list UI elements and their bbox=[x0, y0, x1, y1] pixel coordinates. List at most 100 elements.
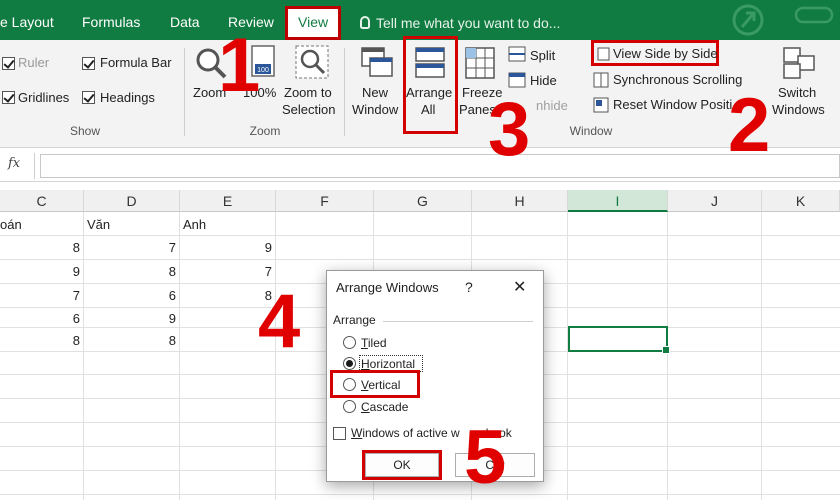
radio-tiled[interactable] bbox=[343, 336, 356, 349]
highlight-vertical-option bbox=[330, 370, 420, 398]
group-separator bbox=[344, 48, 345, 136]
workbook-option-key: W bbox=[351, 426, 363, 440]
grid-row-line bbox=[0, 494, 840, 495]
tell-me-search[interactable]: Tell me what you want to do... bbox=[360, 0, 560, 40]
workbook-option-text: indows of active w bbox=[362, 426, 460, 440]
freeze-panes-icon[interactable] bbox=[464, 46, 496, 80]
close-icon[interactable]: ✕ bbox=[513, 277, 526, 297]
cell-c-2[interactable]: 9 bbox=[0, 264, 80, 279]
switch-windows-line2[interactable]: Windows bbox=[772, 102, 825, 117]
annotation-step-3: 3 bbox=[488, 87, 531, 172]
group-divider bbox=[383, 321, 533, 322]
cell-d-4[interactable]: 9 bbox=[84, 311, 176, 326]
column-header-k[interactable]: K bbox=[762, 190, 840, 212]
zoom-to-selection-icon[interactable] bbox=[294, 44, 330, 80]
dialog-title: Arrange Windows bbox=[336, 280, 439, 295]
tab-formulas[interactable]: Formulas bbox=[82, 0, 140, 40]
arrange-all-line1[interactable]: Arrange bbox=[406, 85, 452, 100]
sync-scrolling-icon[interactable] bbox=[593, 72, 609, 88]
ruler-label: Ruler bbox=[18, 55, 50, 70]
fx-icon[interactable]: fx bbox=[8, 156, 20, 171]
cell-header-e[interactable]: Anh bbox=[183, 217, 206, 232]
option-tiled-label[interactable]: Tiled bbox=[361, 336, 387, 350]
tab-view[interactable]: View bbox=[285, 6, 342, 40]
column-header-j[interactable]: J bbox=[668, 190, 762, 212]
column-header-d[interactable]: D bbox=[84, 190, 180, 212]
headings-checkbox[interactable] bbox=[82, 91, 95, 104]
cell-e-1[interactable]: 9 bbox=[180, 240, 272, 255]
group-label-window: Window bbox=[569, 124, 613, 138]
ruler-checkbox[interactable] bbox=[2, 57, 15, 70]
cell-d-2[interactable]: 8 bbox=[84, 264, 176, 279]
cell-header-c[interactable]: oán bbox=[0, 217, 22, 232]
radio-horizontal[interactable] bbox=[343, 357, 356, 370]
column-header-c[interactable]: C bbox=[0, 190, 84, 212]
lightbulb-icon bbox=[360, 16, 370, 29]
headings-label: Headings bbox=[100, 90, 155, 105]
option-horizontal-key: H bbox=[361, 357, 370, 371]
option-cascade-label[interactable]: Cascade bbox=[361, 400, 408, 414]
formula-bar-checkbox[interactable] bbox=[82, 57, 95, 70]
tell-me-text: Tell me what you want to do... bbox=[376, 15, 561, 31]
active-cell-i[interactable] bbox=[568, 326, 670, 354]
group-label-zoom: Zoom bbox=[249, 124, 281, 138]
radio-cascade[interactable] bbox=[343, 400, 356, 413]
cell-d-3[interactable]: 6 bbox=[84, 288, 176, 303]
arrange-all-line2[interactable]: All bbox=[421, 102, 435, 117]
cell-c-1[interactable]: 8 bbox=[0, 240, 80, 255]
column-header-i[interactable]: I bbox=[568, 190, 668, 212]
view-side-by-side-icon[interactable] bbox=[597, 47, 610, 61]
split-label[interactable]: Split bbox=[530, 48, 555, 63]
option-tiled-text: iled bbox=[367, 336, 387, 350]
option-cascade-text: ascade bbox=[369, 400, 409, 414]
column-header-e[interactable]: E bbox=[180, 190, 276, 212]
cell-header-d[interactable]: Văn bbox=[87, 217, 110, 232]
grid-row-line bbox=[0, 259, 840, 260]
reset-window-position-label[interactable]: Reset Window Positi bbox=[613, 97, 732, 112]
help-icon[interactable]: ? bbox=[465, 279, 473, 295]
unhide-label: nhide bbox=[536, 98, 568, 113]
zoom-to-selection-line2[interactable]: Selection bbox=[282, 102, 335, 117]
cell-d-5[interactable]: 8 bbox=[84, 333, 176, 348]
split-icon[interactable] bbox=[508, 46, 526, 62]
column-header-f[interactable]: F bbox=[276, 190, 374, 212]
annotation-step-1: 1 bbox=[218, 23, 261, 108]
formula-bar-label: Formula Bar bbox=[100, 55, 172, 70]
option-cascade-key: C bbox=[361, 400, 370, 414]
formula-separator bbox=[34, 153, 35, 179]
annotation-step-5: 5 bbox=[464, 415, 507, 500]
option-tiled-key: T bbox=[361, 336, 368, 350]
option-horizontal-label[interactable]: Horizontal bbox=[361, 357, 415, 371]
switch-windows-icon[interactable] bbox=[782, 46, 816, 80]
cell-c-5[interactable]: 8 bbox=[0, 333, 80, 348]
grid-col-line bbox=[761, 212, 762, 500]
highlight-ok-button bbox=[362, 450, 442, 480]
view-side-by-side-label[interactable]: View Side by Side bbox=[613, 46, 718, 61]
column-header-g[interactable]: G bbox=[374, 190, 472, 212]
gridlines-checkbox[interactable] bbox=[2, 91, 15, 104]
grid-col-line bbox=[179, 212, 180, 500]
hide-icon[interactable] bbox=[508, 72, 526, 88]
reset-window-position-icon[interactable] bbox=[593, 97, 609, 113]
arrange-all-icon[interactable] bbox=[414, 46, 446, 80]
annotation-step-4: 4 bbox=[258, 279, 301, 364]
tab-page-layout[interactable]: e Layout bbox=[0, 0, 54, 40]
group-label-show: Show bbox=[69, 124, 101, 138]
cell-c-3[interactable]: 7 bbox=[0, 288, 80, 303]
tab-data[interactable]: Data bbox=[170, 0, 200, 40]
windows-of-active-workbook-checkbox[interactable] bbox=[333, 427, 346, 440]
option-horizontal-text: orizontal bbox=[369, 357, 416, 371]
switch-windows-line1[interactable]: Switch bbox=[778, 85, 816, 100]
new-window-line2[interactable]: Window bbox=[352, 102, 398, 117]
sync-scrolling-label[interactable]: Synchronous Scrolling bbox=[613, 72, 742, 87]
column-header-h[interactable]: H bbox=[472, 190, 568, 212]
formula-input[interactable] bbox=[40, 154, 840, 178]
cell-c-4[interactable]: 6 bbox=[0, 311, 80, 326]
cell-e-2[interactable]: 7 bbox=[180, 264, 272, 279]
group-separator bbox=[184, 48, 185, 136]
new-window-line1[interactable]: New bbox=[362, 85, 388, 100]
cell-d-1[interactable]: 7 bbox=[84, 240, 176, 255]
zoom-to-selection-line1[interactable]: Zoom to bbox=[284, 85, 332, 100]
hide-label[interactable]: Hide bbox=[530, 73, 557, 88]
new-window-icon[interactable] bbox=[360, 44, 394, 80]
